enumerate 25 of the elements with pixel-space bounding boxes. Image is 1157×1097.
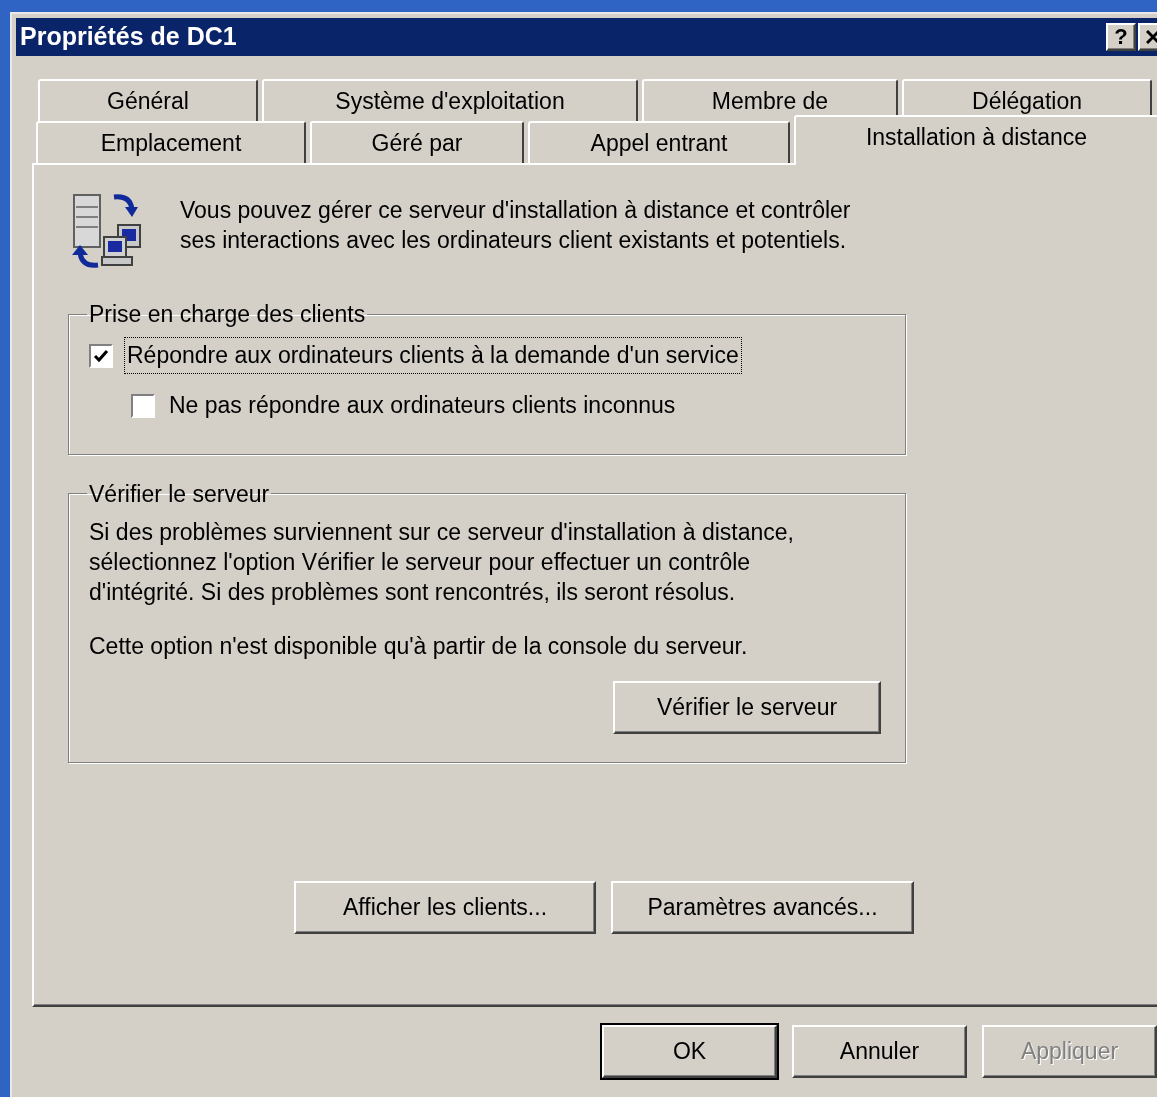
action-button[interactable]: Paramètres avancés... [611, 881, 914, 934]
tab[interactable]: Appel entrant [528, 121, 790, 163]
action-button[interactable]: Afficher les clients... [294, 881, 596, 934]
dialog-button[interactable]: OK [602, 1025, 777, 1078]
description-text: Cette option n'est disponible qu'à partir de la console du serveur. [89, 632, 749, 661]
checkbox[interactable] [131, 393, 155, 418]
help-button[interactable]: ? [1106, 23, 1136, 51]
tab[interactable]: Général [38, 79, 258, 121]
checkmark-icon [93, 347, 109, 364]
verify-server-button[interactable]: Vérifier le serveur [613, 681, 881, 734]
tab[interactable]: Installation à distance [794, 115, 1157, 165]
close-icon [1146, 30, 1157, 44]
checkbox-label[interactable]: Répondre aux ordinateurs clients à la demande d'un service [125, 338, 741, 373]
group-title: Vérifier le serveur [88, 479, 271, 509]
tab[interactable]: Géré par [310, 121, 524, 163]
group-title: Prise en charge des clients [88, 300, 367, 329]
checkbox[interactable] [89, 343, 113, 368]
tab[interactable]: Système d'exploitation [262, 79, 638, 121]
tab[interactable]: Membre de [642, 79, 898, 121]
intro-text: Vous pouvez gérer ce serveur d'installation à distance et contrôler ses interactions avec les ordinateurs client existants et potentiels. [180, 196, 851, 255]
dialog-button[interactable]: Annuler [792, 1025, 967, 1078]
window-title: Propriétés de DC1 [20, 21, 237, 53]
checkbox-label[interactable]: Ne pas répondre aux ordinateurs clients inconnus [167, 388, 678, 423]
tab[interactable]: Emplacement [36, 121, 306, 163]
description-text: Si des problèmes surviennent sur ce serveur d'installation à distance, sélectionnez l'option Vérifier le serveur pour effectuer un contrôle d'intégrité. Si des problèmes sont rencontrés, ils seront résolus. [89, 518, 795, 607]
